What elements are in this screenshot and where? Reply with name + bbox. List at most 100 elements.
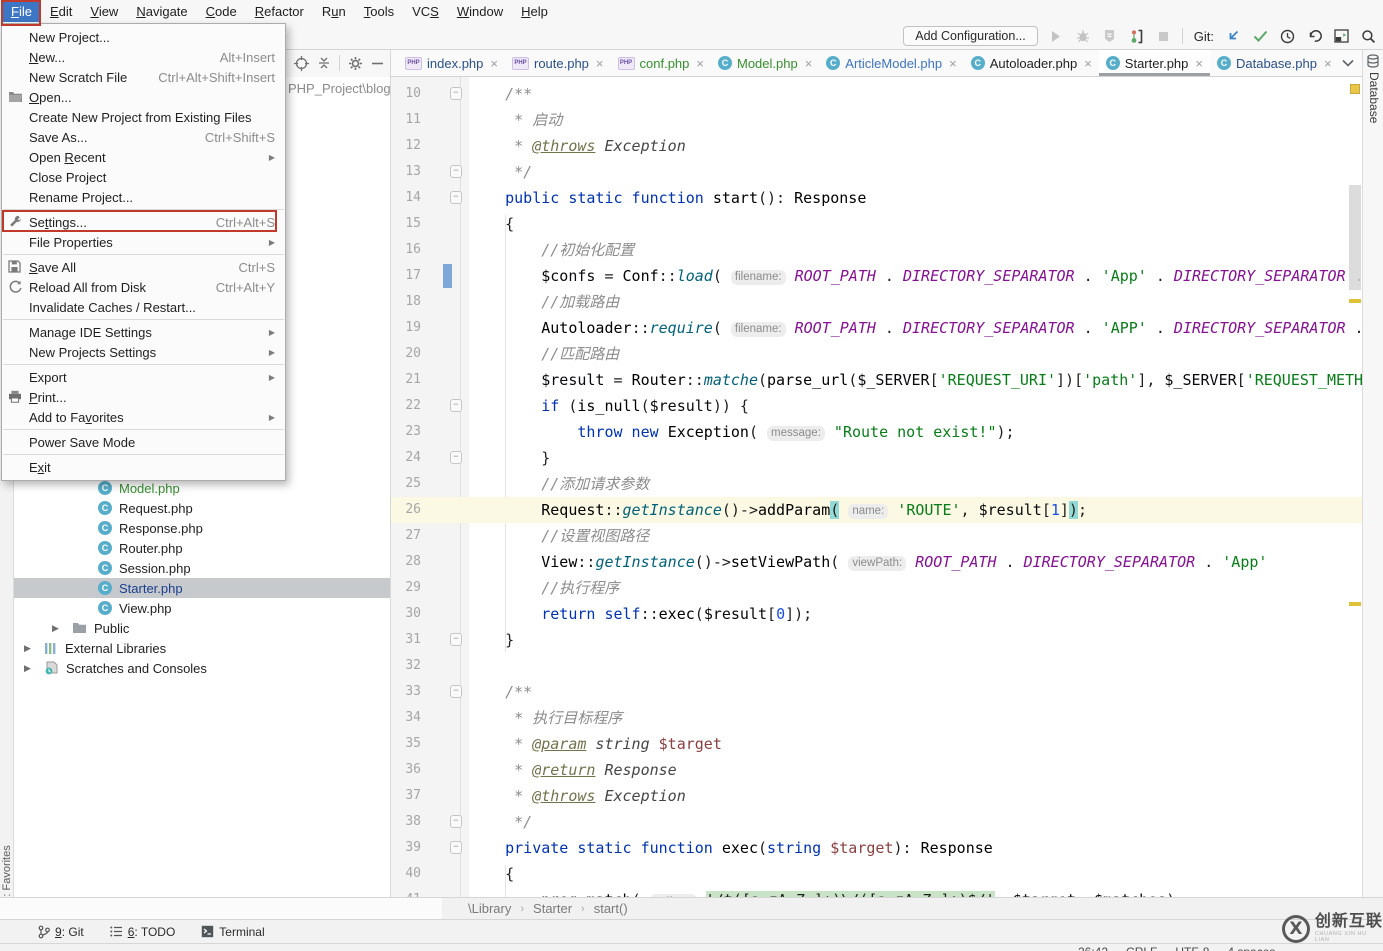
tree-item-external-libraries[interactable]: ▶External Libraries — [14, 638, 390, 658]
caret-position[interactable]: 26:42 — [1078, 945, 1108, 951]
gear-icon[interactable] — [348, 56, 363, 71]
code-line-20[interactable]: 20 //匹配路由 — [391, 341, 1362, 367]
code-line-41[interactable]: 41 preg_match( pattern: '/t([a-zA-Z_]+)\… — [391, 887, 1362, 897]
history-icon[interactable] — [1278, 27, 1296, 45]
search-everywhere-icon[interactable] — [1359, 27, 1377, 45]
tool-window-icon[interactable] — [1332, 27, 1350, 45]
menubar-item-window[interactable]: Window — [448, 1, 512, 22]
code-line-24[interactable]: 24− } — [391, 445, 1362, 471]
fold-marker-icon[interactable]: − — [450, 841, 462, 854]
tab-articlemodel-php[interactable]: CArticleModel.php× — [819, 50, 963, 76]
code-line-19[interactable]: 19 Autoloader::require( filename: ROOT_P… — [391, 315, 1362, 341]
code-line-18[interactable]: 18 //加载路由 — [391, 289, 1362, 315]
scrollbar-thumb[interactable] — [1349, 185, 1361, 290]
tab-close-icon[interactable]: × — [949, 56, 957, 71]
file-menu-item-settings[interactable]: Settings...Ctrl+Alt+S — [2, 212, 285, 232]
fold-marker-icon[interactable]: − — [450, 87, 462, 100]
menubar-item-view[interactable]: View — [81, 1, 127, 22]
menubar-item-help[interactable]: Help — [512, 1, 557, 22]
tab-database-php[interactable]: CDatabase.php× — [1210, 50, 1339, 76]
code-line-34[interactable]: 34 * 执行目标程序 — [391, 705, 1362, 731]
tab-model-php[interactable]: CModel.php× — [711, 50, 819, 76]
menubar-item-edit[interactable]: Edit — [41, 1, 81, 22]
update-project-icon[interactable] — [1224, 27, 1242, 45]
tab-close-icon[interactable]: × — [696, 56, 704, 71]
fold-marker-icon[interactable]: − — [450, 399, 462, 412]
tab-autoloader-php[interactable]: CAutoloader.php× — [964, 50, 1099, 76]
commit-icon[interactable] — [1251, 27, 1269, 45]
file-menu-item-file-properties[interactable]: File Properties▶ — [2, 232, 285, 252]
file-menu-item-exit[interactable]: Exit — [2, 457, 285, 477]
add-configuration-button[interactable]: Add Configuration... — [903, 26, 1038, 46]
tab-close-icon[interactable]: × — [805, 56, 813, 71]
code-line-30[interactable]: 30 return self::exec($result[0]); — [391, 601, 1362, 627]
menubar-item-tools[interactable]: Tools — [355, 1, 403, 22]
database-stripe-button[interactable]: Database — [1367, 72, 1381, 123]
collapse-all-icon[interactable] — [317, 56, 331, 70]
code-line-33[interactable]: 33− /** — [391, 679, 1362, 705]
tab-close-icon[interactable]: × — [1324, 56, 1332, 71]
file-menu-item-new[interactable]: New...Alt+Insert — [2, 47, 285, 67]
fold-marker-icon[interactable]: − — [450, 633, 462, 646]
line-ending[interactable]: CRLF — [1126, 945, 1157, 951]
tree-item-starter-php[interactable]: CStarter.php — [14, 578, 390, 598]
tab-close-icon[interactable]: × — [490, 56, 498, 71]
tab-close-icon[interactable]: × — [1084, 56, 1092, 71]
menubar-item-vcs[interactable]: VCS — [403, 1, 448, 22]
file-menu-item-print[interactable]: Print... — [2, 387, 285, 407]
tree-item-model-php[interactable]: CModel.php — [14, 478, 390, 498]
tab-conf-php[interactable]: PHPconf.php× — [611, 50, 711, 76]
tree-item-session-php[interactable]: CSession.php — [14, 558, 390, 578]
code-line-40[interactable]: 40 { — [391, 861, 1362, 887]
file-menu-item-save-all[interactable]: Save AllCtrl+S — [2, 257, 285, 277]
fold-marker-icon[interactable]: − — [450, 451, 462, 464]
file-menu-item-new-projects-settings[interactable]: New Projects Settings▶ — [2, 342, 285, 362]
vcs-change-marker[interactable] — [443, 264, 452, 288]
code-line-12[interactable]: 12 * @throws Exception — [391, 133, 1362, 159]
file-encoding[interactable]: UTF-8 — [1175, 945, 1209, 951]
code-line-32[interactable]: 32 — [391, 653, 1362, 679]
file-menu-item-invalidate-caches-restart[interactable]: Invalidate Caches / Restart... — [2, 297, 285, 317]
warning-stripe-mark[interactable] — [1349, 602, 1361, 606]
debug-icon[interactable] — [1074, 27, 1092, 45]
breadcrumb-item[interactable]: start() — [594, 901, 628, 916]
coverage-icon[interactable] — [1101, 27, 1119, 45]
file-menu-item-new-project[interactable]: New Project... — [2, 27, 285, 47]
tree-expand-arrow-icon[interactable]: ▶ — [24, 643, 31, 654]
breadcrumb-item[interactable]: \Library — [468, 901, 511, 916]
tab-index-php[interactable]: PHPindex.php× — [398, 50, 505, 76]
file-menu-item-rename-project[interactable]: Rename Project... — [2, 187, 285, 207]
code-lines[interactable]: 10− /**11 * 启动12 * @throws Exception13− … — [391, 81, 1362, 897]
tab-close-icon[interactable]: × — [596, 56, 604, 71]
file-menu-item-export[interactable]: Export▶ — [2, 367, 285, 387]
code-line-21[interactable]: 21 $result = Router::matche(parse_url($_… — [391, 367, 1362, 393]
code-line-26[interactable]: 26 Request::getInstance()->addParam( nam… — [391, 497, 1362, 523]
menubar-item-file[interactable]: File — [2, 1, 41, 22]
locate-file-icon[interactable] — [294, 56, 309, 71]
tree-expand-arrow-icon[interactable]: ▶ — [24, 663, 31, 674]
file-menu-item-new-scratch-file[interactable]: New Scratch FileCtrl+Alt+Shift+Insert — [2, 67, 285, 87]
tab-starter-php[interactable]: CStarter.php× — [1099, 50, 1210, 76]
warning-stripe-mark[interactable] — [1349, 299, 1361, 303]
code-line-28[interactable]: 28 View::getInstance()->setViewPath( vie… — [391, 549, 1362, 575]
file-menu-item-create-new-project-from-existing-files[interactable]: Create New Project from Existing Files — [2, 107, 285, 127]
breadcrumb[interactable]: \Library›Starter›start() — [442, 898, 1383, 919]
rollback-icon[interactable] — [1305, 27, 1323, 45]
fold-marker-icon[interactable]: − — [450, 685, 462, 698]
menubar-item-run[interactable]: Run — [313, 1, 355, 22]
tab-close-icon[interactable]: × — [1195, 56, 1203, 71]
tool-window-button-todo[interactable]: 6: TODO — [110, 925, 176, 939]
editor-scrollbar[interactable] — [1348, 77, 1362, 897]
code-line-10[interactable]: 10− /** — [391, 81, 1362, 107]
code-line-27[interactable]: 27 //设置视图路径 — [391, 523, 1362, 549]
tab-route-php[interactable]: PHProute.php× — [505, 50, 611, 76]
file-menu-item-add-to-favorites[interactable]: Add to Favorites▶ — [2, 407, 285, 427]
code-line-39[interactable]: 39− private static function exec(string … — [391, 835, 1362, 861]
menubar-item-code[interactable]: Code — [197, 1, 246, 22]
code-line-38[interactable]: 38− */ — [391, 809, 1362, 835]
tree-item-public[interactable]: ▶Public — [14, 618, 390, 638]
file-menu-item-save-as[interactable]: Save As...Ctrl+Shift+S — [2, 127, 285, 147]
code-line-13[interactable]: 13− */ — [391, 159, 1362, 185]
code-line-29[interactable]: 29 //执行程序 — [391, 575, 1362, 601]
fold-marker-icon[interactable]: − — [450, 815, 462, 828]
